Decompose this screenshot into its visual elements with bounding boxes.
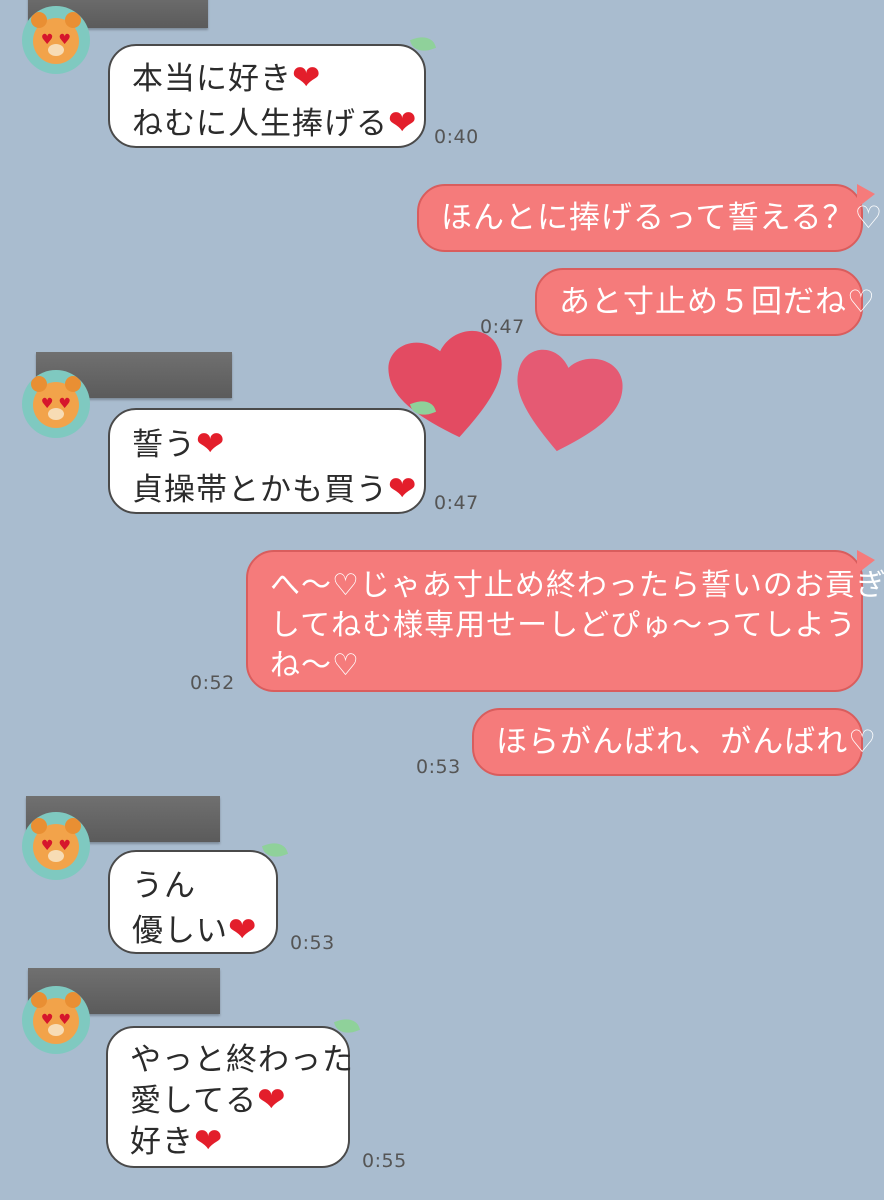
heart-emoji-icon: ❤ <box>388 469 418 509</box>
incoming-message[interactable]: やっと終わった 愛してる❤ 好き❤ <box>106 1014 361 1168</box>
message-line: 愛してる <box>130 1083 258 1119</box>
heart-emoji-icon: ❤ <box>228 910 258 950</box>
message-timestamp: 0:53 <box>416 756 461 778</box>
message-timestamp: 0:55 <box>362 1150 407 1172</box>
bear-avatar-icon[interactable]: ♥ ♥ <box>22 986 90 1054</box>
message-timestamp: 0:40 <box>434 126 479 148</box>
message-line: うん <box>132 868 196 904</box>
bear-avatar-icon[interactable]: ♥ ♥ <box>22 370 90 438</box>
chat-screen: { "conversation": { "groups": [ { "sende… <box>0 0 884 1200</box>
message-timestamp: 0:47 <box>434 492 479 514</box>
outgoing-message[interactable]: ほらがんばれ、がんばれ♡ <box>472 708 878 776</box>
bear-avatar-icon[interactable]: ♥ ♥ <box>22 812 90 880</box>
message-line: ほらがんばれ、がんばれ♡ <box>496 724 878 760</box>
message-line: 貞操帯とかも買う <box>132 472 388 508</box>
heart-emoji-icon: ❤ <box>196 424 226 464</box>
outgoing-message[interactable]: あと寸止め５回だね♡ <box>535 268 876 336</box>
bubble-tail <box>857 184 875 208</box>
message-line: 本当に好き <box>132 61 292 97</box>
incoming-message[interactable]: うん 優しい❤ <box>108 838 289 954</box>
leaf-icon <box>261 838 289 862</box>
message-timestamp: 0:53 <box>290 932 335 954</box>
heart-emoji-icon: ❤ <box>292 58 322 98</box>
message-line: ね〜♡ <box>270 648 360 683</box>
leaf-icon <box>409 32 437 56</box>
incoming-message[interactable]: 誓う❤ 貞操帯とかも買う❤ <box>108 396 437 514</box>
outgoing-message[interactable]: へ〜♡じゃあ寸止め終わったら誓いのお貢ぎ してねむ様専用せーしどぴゅ〜ってしよう… <box>246 550 884 692</box>
message-timestamp: 0:52 <box>190 672 235 694</box>
outgoing-message[interactable]: ほんとに捧げるって誓える？♡ <box>417 184 884 252</box>
incoming-message[interactable]: 本当に好き❤ ねむに人生捧げる❤ <box>108 32 437 148</box>
heart-emoji-icon: ❤ <box>194 1121 224 1161</box>
message-line: 優しい <box>132 913 228 949</box>
message-line: 誓う <box>132 427 196 463</box>
message-line: 好き <box>130 1124 194 1160</box>
message-line: へ〜♡じゃあ寸止め終わったら誓いのお貢ぎ <box>270 568 884 603</box>
leaf-icon <box>333 1014 361 1038</box>
message-line: ねむに人生捧げる <box>132 106 388 142</box>
message-line: してねむ様専用せーしどぴゅ〜ってしよう <box>270 608 857 643</box>
heart-emoji-icon: ❤ <box>257 1080 287 1120</box>
bubble-tail <box>857 550 875 574</box>
heart-emoji-icon: ❤ <box>388 103 418 143</box>
message-line: あと寸止め５回だね♡ <box>559 284 876 320</box>
message-line: やっと終わった <box>130 1042 354 1078</box>
heart-sticker-icon <box>517 349 623 452</box>
bear-avatar-icon[interactable]: ♥ ♥ <box>22 6 90 74</box>
message-line: ほんとに捧げるって誓える？♡ <box>441 200 884 236</box>
